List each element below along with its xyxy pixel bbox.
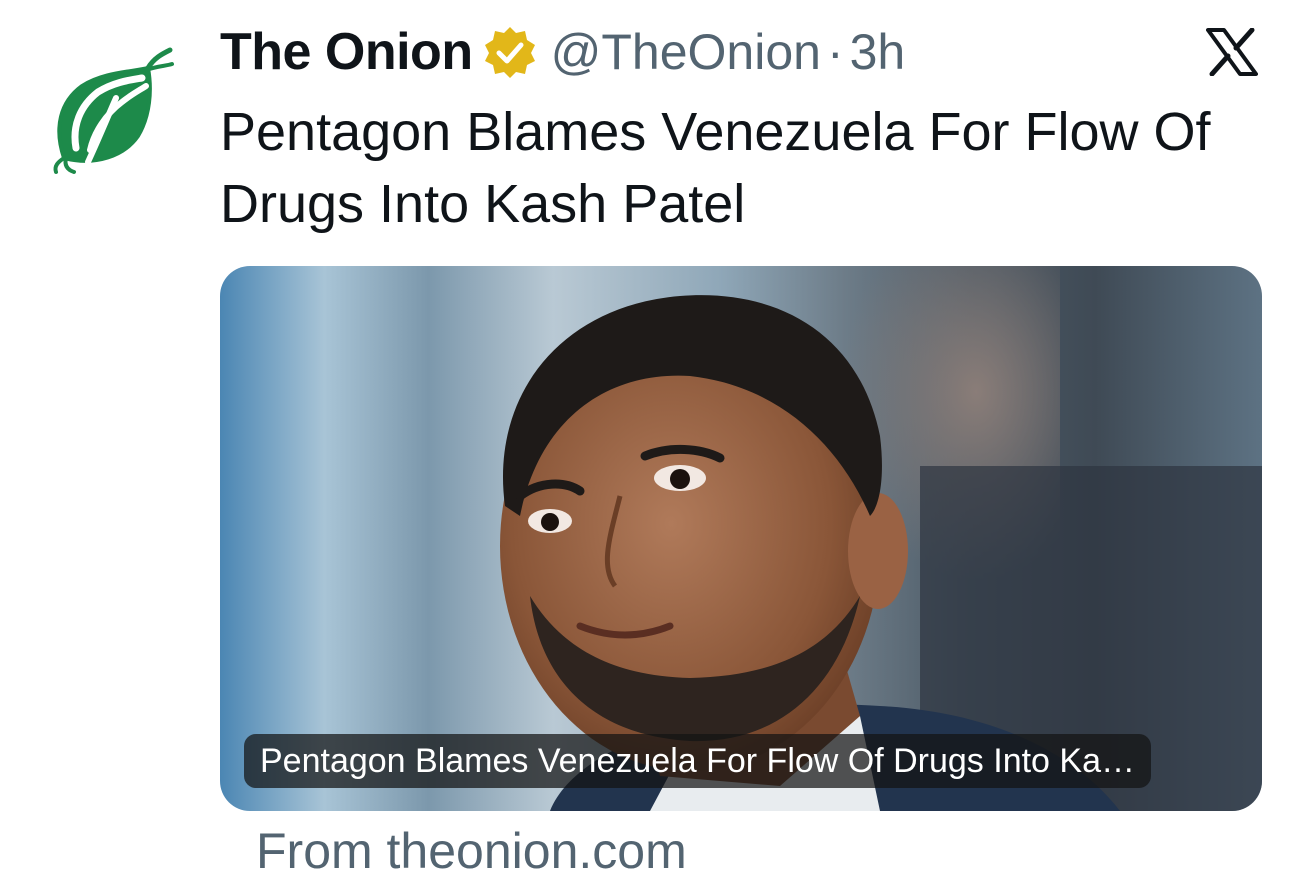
- news-photo: [500, 266, 1262, 811]
- timestamp[interactable]: 3h: [850, 23, 906, 81]
- card-caption: Pentagon Blames Venezuela For Flow Of Dr…: [244, 734, 1152, 788]
- link-card[interactable]: Pentagon Blames Venezuela For Flow Of Dr…: [220, 266, 1262, 811]
- onion-logo-icon: [53, 47, 174, 174]
- tweet-header: The Onion @TheOnion · 3h: [220, 22, 905, 82]
- tweet-text: Pentagon Blames Venezuela For Flow Of Dr…: [220, 102, 1211, 234]
- card-source[interactable]: From theonion.com: [256, 822, 687, 880]
- display-name[interactable]: The Onion: [220, 22, 473, 82]
- separator-dot: ·: [826, 24, 844, 80]
- x-logo-icon: [1206, 28, 1258, 76]
- user-handle[interactable]: @TheOnion: [551, 23, 821, 81]
- verified-badge-icon[interactable]: [483, 25, 537, 79]
- avatar[interactable]: [46, 44, 178, 176]
